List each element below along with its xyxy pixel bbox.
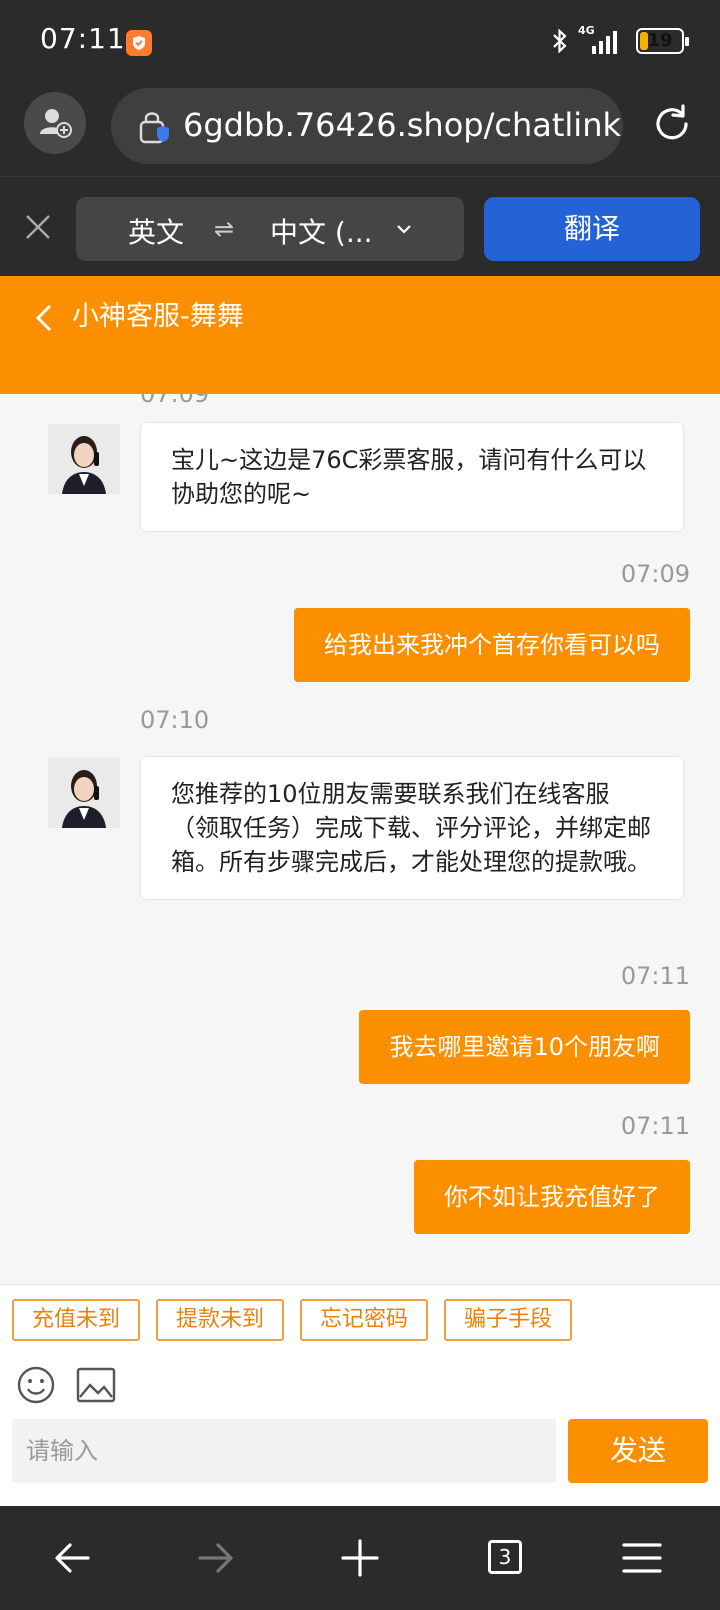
chevron-down-icon <box>397 225 411 234</box>
url-bar[interactable]: 6gdbb.76426.shop/chatlink <box>111 88 623 164</box>
message-timestamp: 07:10 <box>140 706 210 734</box>
message-timestamp: 07:11 <box>620 1112 690 1140</box>
forward-arrow-icon[interactable] <box>194 1536 238 1580</box>
battery-icon: 19 <box>636 28 689 54</box>
status-time: 07:11 <box>40 22 126 55</box>
battery-level: 19 <box>647 30 673 51</box>
quick-reply-button[interactable]: 提款未到 <box>156 1299 285 1341</box>
source-language[interactable]: 英文 <box>128 211 184 251</box>
message-timestamp: 07:11 <box>620 962 690 990</box>
image-icon[interactable] <box>76 1367 116 1403</box>
reload-icon[interactable] <box>650 102 694 146</box>
profile-button[interactable] <box>24 92 86 154</box>
translate-button[interactable]: 翻译 <box>484 197 700 261</box>
user-message-bubble: 给我出来我冲个首存你看可以吗 <box>294 608 690 682</box>
quick-reply-row: 充值未到 提款未到 忘记密码 骗子手段 <box>12 1299 573 1341</box>
user-message-bubble: 你不如让我充值好了 <box>414 1160 690 1234</box>
quick-reply-button[interactable]: 忘记密码 <box>300 1299 429 1341</box>
quick-reply-button[interactable]: 充值未到 <box>12 1299 141 1341</box>
bluetooth-icon <box>553 28 567 54</box>
app-notification-icon <box>126 30 152 56</box>
quick-reply-button[interactable]: 骗子手段 <box>444 1299 573 1341</box>
url-text: 6gdbb.76426.shop/chatlink <box>183 106 621 144</box>
profile-add-icon <box>40 109 72 138</box>
new-tab-icon[interactable] <box>338 1536 382 1580</box>
message-timestamp: 07:09 <box>140 394 210 408</box>
message-timestamp: 07:09 <box>620 560 690 588</box>
message-input[interactable] <box>12 1419 556 1483</box>
chat-title: 小神客服-舞舞 <box>72 301 244 332</box>
swap-languages-icon[interactable]: ⇌ <box>214 215 234 243</box>
chat-message-list[interactable]: 07:09 宝儿~这边是76C彩票客服，请问有什么可以协助您的呢~ 07:09 … <box>0 394 720 1284</box>
chat-header: 小神客服-舞舞 <box>0 276 720 394</box>
browser-bottom-nav: 3 <box>0 1506 720 1610</box>
tab-switcher-button[interactable]: 3 <box>488 1540 522 1574</box>
translate-bar: 英文 ⇌ 中文 (... 翻译 <box>0 176 720 276</box>
agent-avatar <box>48 758 120 828</box>
agent-avatar <box>48 424 120 494</box>
emoji-icon[interactable] <box>16 1365 56 1405</box>
site-security-icon <box>139 112 169 144</box>
signal-icon: 4G <box>578 24 622 56</box>
target-language[interactable]: 中文 (... <box>270 211 373 251</box>
send-button[interactable]: 发送 <box>568 1419 708 1483</box>
browser-address-bar: 6gdbb.76426.shop/chatlink <box>0 82 720 176</box>
input-panel: 充值未到 提款未到 忘记密码 骗子手段 发送 <box>0 1284 720 1506</box>
language-selector[interactable]: 英文 ⇌ 中文 (... <box>76 197 464 261</box>
status-bar: 07:11 4G 19 <box>0 0 720 82</box>
back-icon[interactable] <box>32 300 56 336</box>
close-icon[interactable] <box>22 211 54 243</box>
agent-message-bubble: 您推荐的10位朋友需要联系我们在线客服（领取任务）完成下载、评分评论，并绑定邮箱… <box>140 756 684 900</box>
back-arrow-icon[interactable] <box>50 1536 94 1580</box>
menu-icon[interactable] <box>620 1536 664 1580</box>
user-message-bubble: 我去哪里邀请10个朋友啊 <box>359 1010 690 1084</box>
agent-message-bubble: 宝儿~这边是76C彩票客服，请问有什么可以协助您的呢~ <box>140 422 684 532</box>
